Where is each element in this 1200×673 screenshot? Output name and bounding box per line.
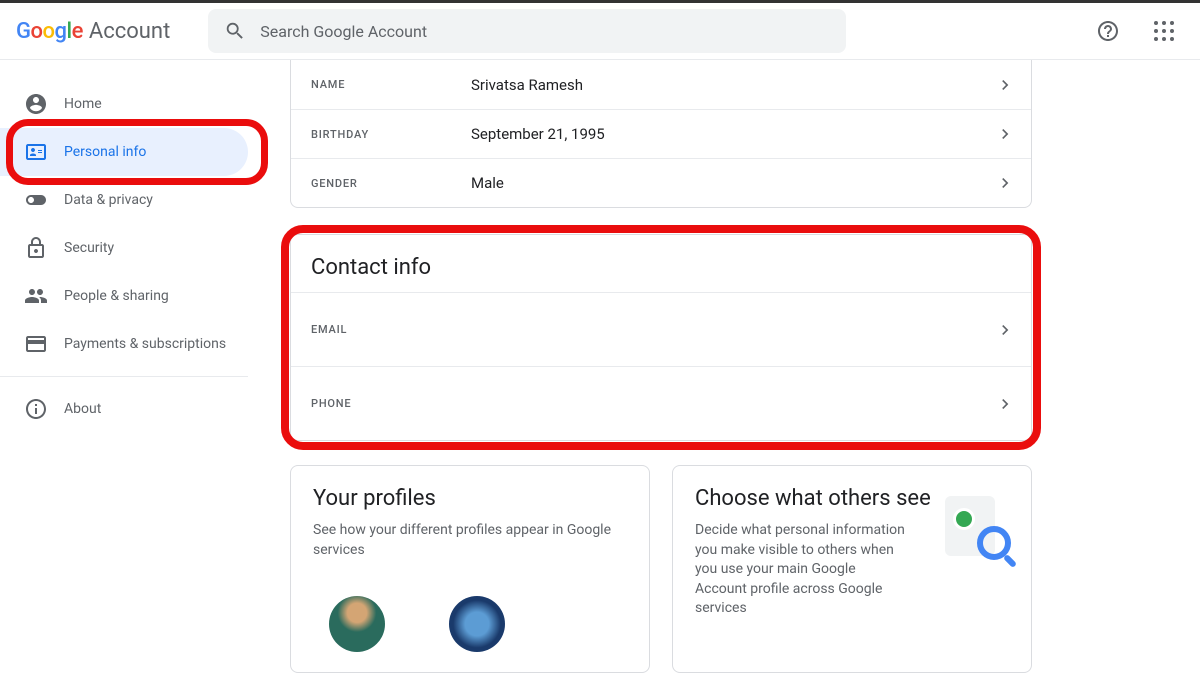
profiles-text: See how your different profiles appear i…	[313, 521, 627, 560]
info-row-phone[interactable]: PHONE	[291, 366, 1031, 440]
sidebar-item-label: Data & privacy	[64, 192, 153, 208]
profile-avatar-2[interactable]	[449, 596, 505, 652]
search-container[interactable]	[208, 9, 846, 53]
google-logo: Google	[16, 19, 83, 44]
sidebar-item-data-privacy[interactable]: Data & privacy	[0, 176, 248, 224]
sidebar-nav: Home Personal info Data & privacy Securi…	[0, 60, 262, 627]
choose-what-others-see-card[interactable]: Choose what others see Decide what perso…	[672, 465, 1032, 673]
google-account-logo[interactable]: Google Account	[16, 19, 170, 44]
sidebar-item-label: About	[64, 401, 101, 417]
info-icon	[24, 397, 48, 421]
sidebar-item-personal-info[interactable]: Personal info	[0, 128, 248, 176]
search-input[interactable]	[260, 22, 830, 41]
info-value: September 21, 1995	[471, 125, 995, 143]
info-label: EMAIL	[311, 323, 471, 336]
sidebar-item-payments[interactable]: Payments & subscriptions	[0, 320, 248, 368]
toggle-icon	[24, 188, 48, 212]
your-profiles-card[interactable]: Your profiles See how your different pro…	[290, 465, 650, 673]
sidebar-item-people-sharing[interactable]: People & sharing	[0, 272, 248, 320]
info-row-name[interactable]: NAME Srivatsa Ramesh	[291, 60, 1031, 109]
sidebar-item-label: Payments & subscriptions	[64, 336, 226, 352]
people-icon	[24, 284, 48, 308]
payment-icon	[24, 332, 48, 356]
help-icon	[1096, 19, 1120, 43]
contact-info-heading: Contact info	[291, 235, 1031, 292]
chevron-right-icon	[995, 394, 1015, 414]
chevron-right-icon	[995, 320, 1015, 340]
header-actions	[1088, 11, 1184, 51]
top-header: Google Account	[0, 3, 1200, 60]
apps-icon	[1154, 21, 1174, 41]
basic-info-card: NAME Srivatsa Ramesh BIRTHDAY September …	[290, 60, 1032, 208]
apps-button[interactable]	[1144, 11, 1184, 51]
info-row-email[interactable]: EMAIL	[291, 292, 1031, 366]
info-row-birthday[interactable]: BIRTHDAY September 21, 1995	[291, 109, 1031, 158]
sidebar-item-about[interactable]: About	[0, 385, 248, 433]
sidebar-divider	[0, 376, 248, 377]
sidebar-item-label: Security	[64, 240, 114, 256]
main-content: NAME Srivatsa Ramesh BIRTHDAY September …	[262, 60, 1200, 627]
info-label: GENDER	[311, 177, 471, 190]
info-label: NAME	[311, 78, 471, 91]
bottom-cards-row: Your profiles See how your different pro…	[290, 465, 1200, 673]
chevron-right-icon	[995, 173, 1015, 193]
privacy-illustration	[939, 496, 1017, 574]
account-label: Account	[89, 19, 170, 44]
search-icon	[224, 20, 246, 42]
profiles-heading: Your profiles	[313, 486, 627, 511]
info-row-gender[interactable]: GENDER Male	[291, 158, 1031, 207]
sidebar-item-security[interactable]: Security	[0, 224, 248, 272]
sidebar-item-label: Personal info	[64, 144, 146, 160]
chevron-right-icon	[995, 124, 1015, 144]
sidebar-item-label: People & sharing	[64, 288, 169, 304]
sidebar-item-label: Home	[64, 96, 102, 112]
sidebar-item-home[interactable]: Home	[0, 80, 248, 128]
account-circle-icon	[24, 92, 48, 116]
info-value: Srivatsa Ramesh	[471, 76, 995, 94]
others-see-text: Decide what personal information you mak…	[695, 521, 910, 619]
chevron-right-icon	[995, 75, 1015, 95]
lock-icon	[24, 236, 48, 260]
info-label: PHONE	[311, 397, 471, 410]
contact-info-card: Contact info EMAIL PHONE	[290, 234, 1032, 441]
info-value: Male	[471, 174, 995, 192]
id-card-icon	[24, 140, 48, 164]
profile-avatars	[329, 596, 627, 652]
help-button[interactable]	[1088, 11, 1128, 51]
info-label: BIRTHDAY	[311, 128, 471, 141]
profile-avatar-1[interactable]	[329, 596, 385, 652]
